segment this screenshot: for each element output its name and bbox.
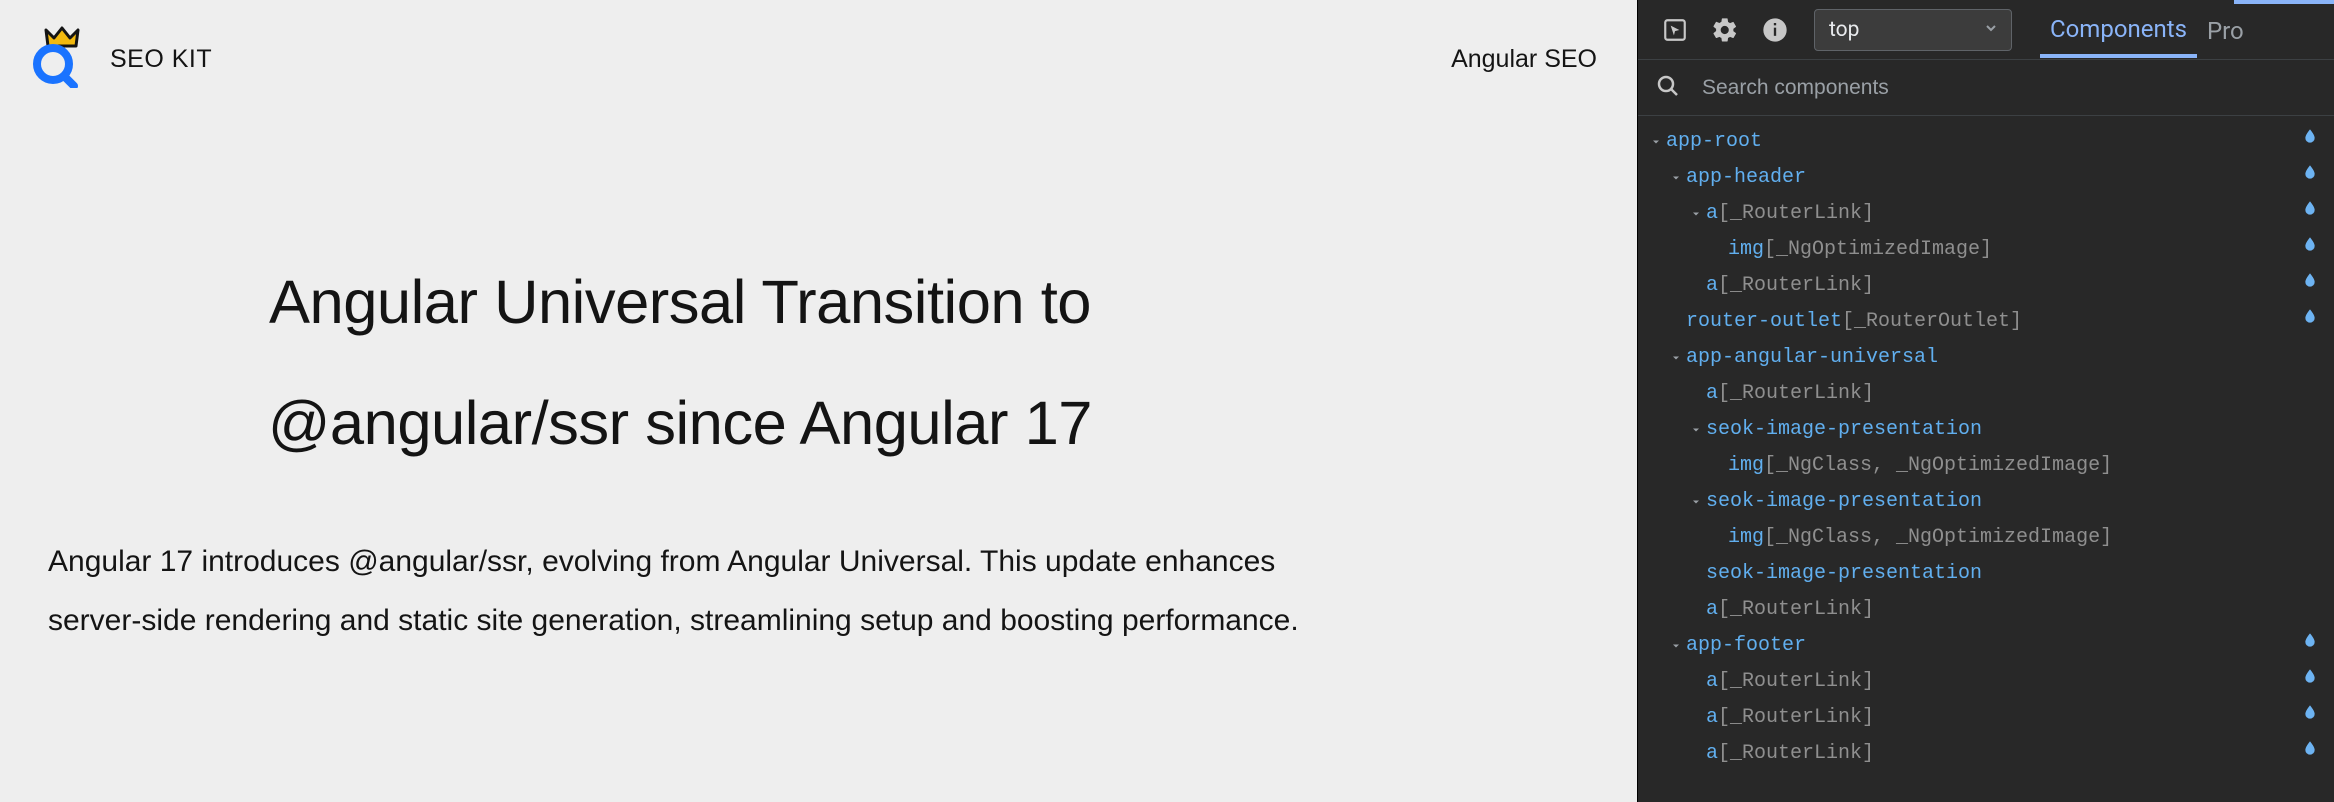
search-input[interactable] [1702, 76, 2316, 100]
tree-node[interactable]: seok-image-presentation [1648, 556, 2324, 592]
hydration-drop-icon [2302, 664, 2318, 700]
tab-profiler[interactable]: Pro [2197, 3, 2254, 56]
tree-node-name: a [1706, 376, 1718, 412]
hydration-drop-icon [2302, 304, 2318, 340]
tree-node-name: seok-image-presentation [1706, 556, 1982, 592]
devtools-accent [2234, 0, 2334, 4]
tree-node-directives: [_RouterLink] [1718, 376, 1874, 412]
site-header: SEO KIT Angular SEO [0, 0, 1637, 93]
tree-node[interactable]: a[_RouterLink] [1648, 592, 2324, 628]
tree-node-name: a [1706, 196, 1718, 232]
tree-node-directives: [_RouterLink] [1718, 736, 1874, 772]
tree-node[interactable]: img[_NgClass, _NgOptimizedImage] [1648, 448, 2324, 484]
tree-node[interactable]: seok-image-presentation [1648, 412, 2324, 448]
tree-node[interactable]: app-root [1648, 124, 2324, 160]
tree-node-directives: [_RouterLink] [1718, 664, 1874, 700]
site-nav: Angular SEO [1451, 45, 1597, 74]
hydration-drop-icon [2302, 700, 2318, 736]
tree-node[interactable]: a[_RouterLink] [1648, 664, 2324, 700]
hydration-drop-icon [2302, 628, 2318, 664]
caret-icon[interactable] [1668, 640, 1684, 652]
tree-node[interactable]: img[_NgOptimizedImage] [1648, 232, 2324, 268]
tree-node-name: a [1706, 736, 1718, 772]
tree-node-directives: [_NgOptimizedImage] [1764, 232, 1992, 268]
tree-node[interactable]: a[_RouterLink] [1648, 736, 2324, 772]
frame-selector-value: top [1829, 18, 1859, 42]
tree-node-name: seok-image-presentation [1706, 484, 1982, 520]
brand-logo-icon [28, 26, 82, 93]
hydration-drop-icon [2302, 736, 2318, 772]
page-title-line1: Angular Universal Transition to [269, 268, 1091, 337]
article-intro: Angular 17 introduces @angular/ssr, evol… [48, 532, 1312, 651]
brand-name: SEO KIT [110, 45, 212, 74]
caret-icon[interactable] [1688, 424, 1704, 436]
hydration-drop-icon [2302, 196, 2318, 232]
website-viewport: SEO KIT Angular SEO Angular Universal Tr… [0, 0, 1637, 802]
caret-icon[interactable] [1688, 496, 1704, 508]
tree-node[interactable]: seok-image-presentation [1648, 484, 2324, 520]
page-title-line2: @angular/ssr since Angular 17 [268, 389, 1092, 458]
page-title: Angular Universal Transition to @angular… [48, 243, 1312, 484]
tree-node-directives: [_RouterLink] [1718, 592, 1874, 628]
gear-icon[interactable] [1708, 13, 1742, 47]
component-tree[interactable]: app-rootapp-headera[_RouterLink]img[_NgO… [1638, 116, 2334, 802]
hydration-drop-icon [2302, 160, 2318, 196]
tree-node-directives: [_RouterLink] [1718, 196, 1874, 232]
tree-node-directives: [_RouterOutlet] [1842, 304, 2022, 340]
caret-icon[interactable] [1668, 352, 1684, 364]
tree-node-name: img [1728, 448, 1764, 484]
hydration-drop-icon [2302, 232, 2318, 268]
tree-node[interactable]: a[_RouterLink] [1648, 268, 2324, 304]
tree-node[interactable]: router-outlet[_RouterOutlet] [1648, 304, 2324, 340]
frame-selector[interactable]: top [1814, 9, 2012, 51]
tree-node-name: a [1706, 664, 1718, 700]
search-icon [1656, 74, 1680, 102]
hydration-drop-icon [2302, 124, 2318, 160]
devtools-search-bar [1638, 60, 2334, 116]
tree-node-name: a [1706, 268, 1718, 304]
tree-node-name: a [1706, 592, 1718, 628]
tree-node-directives: [_NgClass, _NgOptimizedImage] [1764, 448, 2112, 484]
tree-node-name: img [1728, 232, 1764, 268]
nav-link-angular-seo[interactable]: Angular SEO [1451, 45, 1597, 73]
tree-node[interactable]: img[_NgClass, _NgOptimizedImage] [1648, 520, 2324, 556]
devtools-toolbar: top Components Pro [1638, 0, 2334, 60]
tree-node[interactable]: a[_RouterLink] [1648, 700, 2324, 736]
tree-node-directives: [_RouterLink] [1718, 700, 1874, 736]
brand[interactable]: SEO KIT [28, 26, 212, 93]
tree-node[interactable]: a[_RouterLink] [1648, 376, 2324, 412]
tree-node-name: a [1706, 700, 1718, 736]
tree-node-name: seok-image-presentation [1706, 412, 1982, 448]
tree-node-name: app-angular-universal [1686, 340, 1938, 376]
tab-components[interactable]: Components [2040, 1, 2197, 58]
caret-icon[interactable] [1668, 172, 1684, 184]
inspect-element-icon[interactable] [1658, 13, 1692, 47]
tree-node-directives: [_RouterLink] [1718, 268, 1874, 304]
tree-node[interactable]: a[_RouterLink] [1648, 196, 2324, 232]
angular-devtools-panel: top Components Pro app-rootapp-headera[_… [1637, 0, 2334, 802]
hydration-drop-icon [2302, 268, 2318, 304]
tree-node-directives: [_NgClass, _NgOptimizedImage] [1764, 520, 2112, 556]
tree-node[interactable]: app-angular-universal [1648, 340, 2324, 376]
info-icon[interactable] [1758, 13, 1792, 47]
tree-node[interactable]: app-header [1648, 160, 2324, 196]
tree-node-name: img [1728, 520, 1764, 556]
tree-node-name: app-footer [1686, 628, 1806, 664]
caret-icon[interactable] [1648, 136, 1664, 148]
tree-node[interactable]: app-footer [1648, 628, 2324, 664]
tree-node-name: router-outlet [1686, 304, 1842, 340]
tree-node-name: app-header [1686, 160, 1806, 196]
devtools-tabs: Components Pro [2040, 1, 2254, 58]
tree-node-name: app-root [1666, 124, 1762, 160]
chevron-down-icon [1983, 18, 1999, 42]
caret-icon[interactable] [1688, 208, 1704, 220]
article: Angular Universal Transition to @angular… [0, 93, 1360, 651]
